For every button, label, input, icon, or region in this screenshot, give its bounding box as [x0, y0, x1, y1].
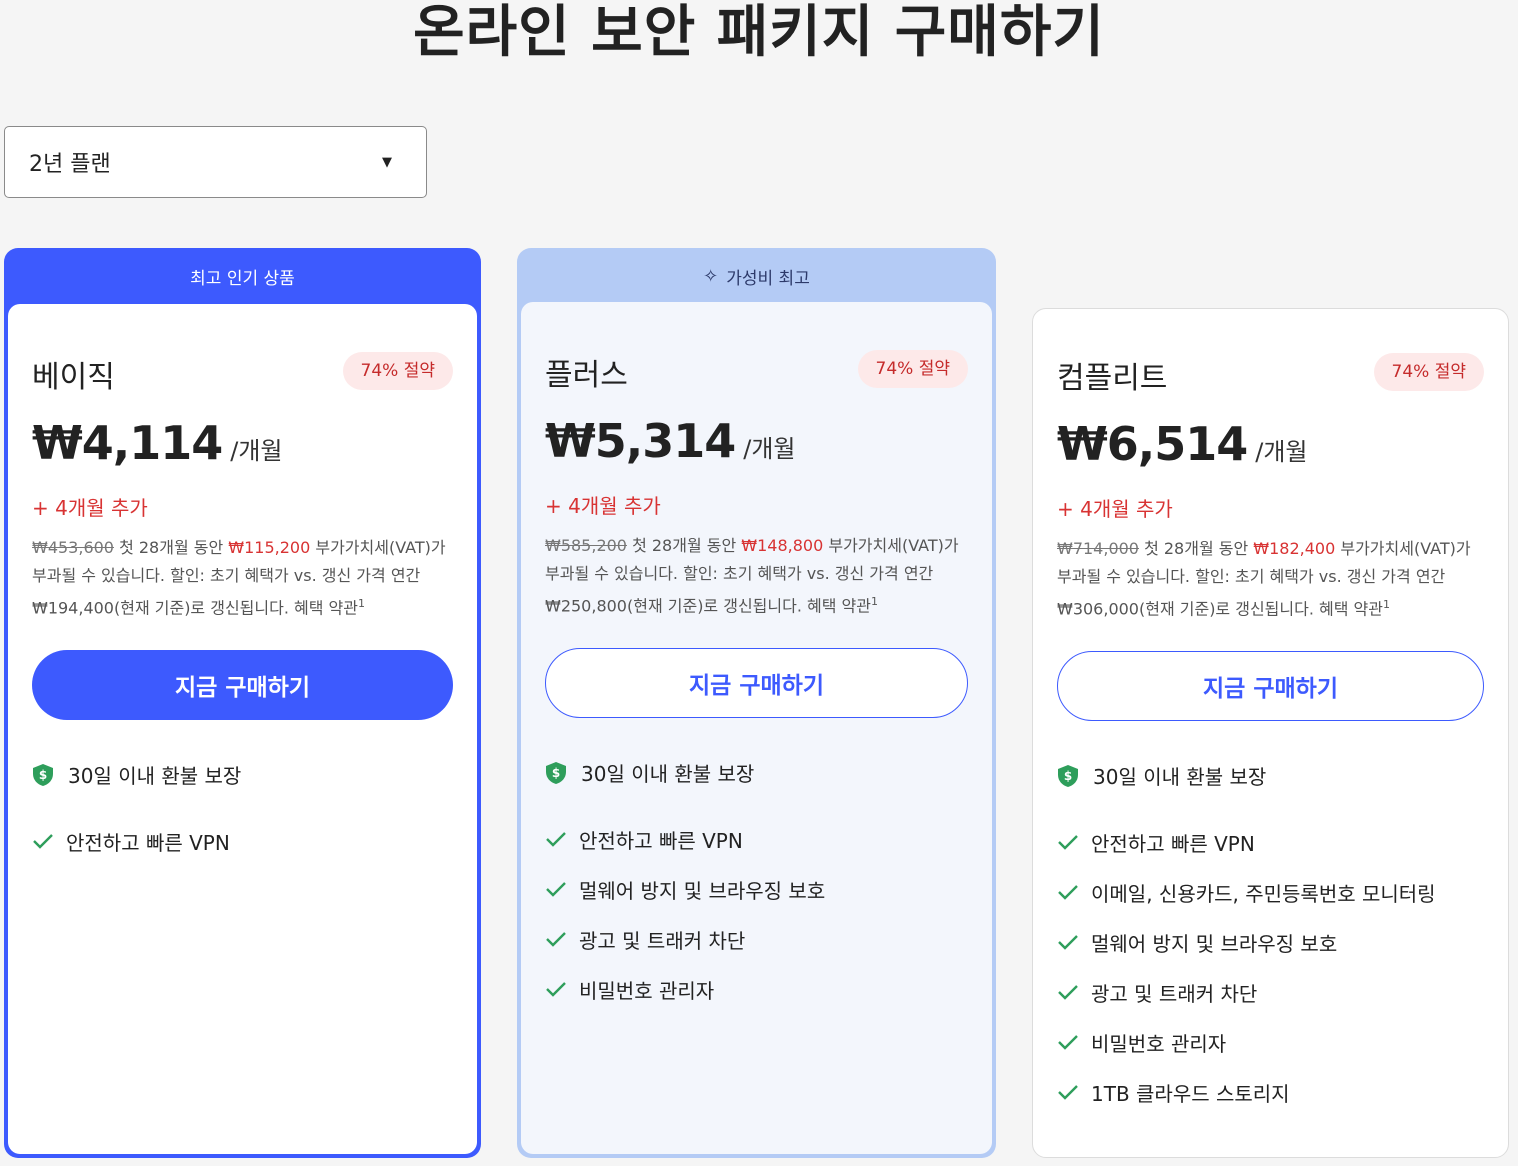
per-month-label: /개월	[743, 435, 796, 463]
check-icon	[1058, 935, 1078, 950]
feature-item: 1TB 클라우드 스토리지	[1057, 1067, 1436, 1117]
popular-ribbon: 최고 인기 상품	[4, 248, 481, 304]
feature-label: 안전하고 빠른 VPN	[579, 828, 743, 853]
fine-print: ₩714,000 첫 28개월 동안 ₩182,400 부가가치세(VAT)가 …	[1057, 535, 1487, 623]
svg-text:$: $	[1064, 769, 1072, 783]
buy-now-button[interactable]: 지금 구매하기	[32, 650, 453, 720]
check-icon	[1058, 985, 1078, 1000]
feature-item: 비밀번호 관리자	[545, 964, 825, 1014]
per-month-label: /개월	[1255, 438, 1308, 466]
check-icon	[1058, 885, 1078, 900]
value-ribbon: ✧ 가성비 최고	[517, 248, 996, 304]
plan-name: 플러스	[545, 358, 628, 393]
bonus-months: + 4개월 추가	[545, 494, 661, 518]
check-icon	[546, 982, 566, 997]
page-title: 온라인 보안 패키지 구매하기	[413, 0, 1105, 65]
original-price: ₩585,200	[545, 536, 627, 555]
plan-select-value: 2년 플랜	[29, 152, 111, 177]
price-row: ₩4,114 /개월	[32, 416, 283, 470]
feature-item: 이메일, 신용카드, 주민등록번호 모니터링	[1057, 867, 1436, 917]
feature-item: 멀웨어 방지 및 브라우징 보호	[545, 864, 825, 914]
fine-print: ₩585,200 첫 28개월 동안 ₩148,800 부가가치세(VAT)가 …	[545, 532, 975, 620]
feature-label: 1TB 클라우드 스토리지	[1091, 1081, 1290, 1106]
save-badge: 74% 절약	[1373, 353, 1484, 391]
feature-item: 안전하고 빠른 VPN	[545, 814, 825, 864]
buy-now-button[interactable]: 지금 구매하기	[1057, 651, 1484, 721]
feature-label: 비밀번호 관리자	[1091, 1031, 1227, 1056]
promo-price: ₩182,400	[1253, 539, 1336, 558]
price-row: ₩6,514 /개월	[1057, 417, 1308, 471]
feature-item: 멀웨어 방지 및 브라우징 보호	[1057, 917, 1436, 967]
money-back-guarantee: $ 30일 이내 환불 보장	[545, 758, 754, 787]
svg-text:$: $	[39, 768, 47, 782]
feature-item: 안전하고 빠른 VPN	[32, 816, 230, 866]
check-icon	[1058, 1085, 1078, 1100]
sparkle-icon: ✧	[703, 265, 719, 287]
guarantee-label: 30일 이내 환불 보장	[1093, 765, 1267, 789]
plan-name: 베이직	[32, 360, 115, 395]
plan-card-complete: 컴플리트 74% 절약 ₩6,514 /개월 + 4개월 추가 ₩714,000…	[1032, 308, 1509, 1158]
plan-card-body: 베이직 74% 절약 ₩4,114 /개월 + 4개월 추가 ₩453,600 …	[8, 304, 477, 1154]
promo-price: ₩115,200	[228, 538, 311, 557]
feature-label: 멀웨어 방지 및 브라우징 보호	[579, 878, 826, 903]
shield-dollar-icon: $	[1058, 764, 1078, 787]
feature-label: 비밀번호 관리자	[579, 978, 715, 1003]
svg-text:$: $	[552, 766, 560, 780]
footnote-link[interactable]: 1	[871, 595, 878, 608]
feature-list: 안전하고 빠른 VPN 멀웨어 방지 및 브라우징 보호 광고 및 트래커 차단…	[545, 814, 825, 1014]
ribbon-label: 가성비 최고	[726, 268, 810, 289]
fine-print-text: 첫 28개월 동안	[113, 538, 229, 557]
plan-card-plus: ✧ 가성비 최고 플러스 74% 절약 ₩5,314 /개월 + 4개월 추가 …	[517, 248, 996, 1158]
bonus-months: + 4개월 추가	[1057, 497, 1173, 521]
price-row: ₩5,314 /개월	[545, 414, 796, 468]
save-badge: 74% 절약	[857, 350, 968, 388]
feature-label: 광고 및 트래커 차단	[1091, 981, 1258, 1006]
fine-print: ₩453,600 첫 28개월 동안 ₩115,200 부가가치세(VAT)가 …	[32, 534, 462, 622]
feature-item: 안전하고 빠른 VPN	[1057, 817, 1436, 867]
fine-print-text: 첫 28개월 동안	[626, 536, 742, 555]
promo-price: ₩148,800	[741, 536, 824, 555]
shield-dollar-icon: $	[33, 763, 53, 786]
per-month-label: /개월	[230, 437, 283, 465]
feature-item: 광고 및 트래커 차단	[545, 914, 825, 964]
original-price: ₩453,600	[32, 538, 114, 557]
buy-now-button[interactable]: 지금 구매하기	[545, 648, 968, 718]
feature-list: 안전하고 빠른 VPN	[32, 816, 230, 866]
money-back-guarantee: $ 30일 이내 환불 보장	[1057, 761, 1266, 790]
fine-print-text: 첫 28개월 동안	[1138, 539, 1254, 558]
plan-duration-select[interactable]: 2년 플랜 ▼	[4, 126, 427, 198]
feature-label: 안전하고 빠른 VPN	[66, 830, 230, 855]
plan-name: 컴플리트	[1057, 361, 1168, 396]
monthly-price: ₩5,314	[545, 414, 736, 468]
feature-label: 멀웨어 방지 및 브라우징 보호	[1091, 931, 1338, 956]
feature-item: 광고 및 트래커 차단	[1057, 967, 1436, 1017]
feature-item: 비밀번호 관리자	[1057, 1017, 1436, 1067]
caret-down-icon: ▼	[382, 154, 392, 170]
check-icon	[546, 832, 566, 847]
plan-card-body: 플러스 74% 절약 ₩5,314 /개월 + 4개월 추가 ₩585,200 …	[521, 302, 992, 1154]
ribbon-label: 최고 인기 상품	[190, 268, 295, 289]
feature-label: 광고 및 트래커 차단	[579, 928, 746, 953]
footnote-link[interactable]: 1	[1383, 598, 1390, 611]
monthly-price: ₩4,114	[32, 416, 223, 470]
plan-card-basic: 최고 인기 상품 베이직 74% 절약 ₩4,114 /개월 + 4개월 추가 …	[4, 248, 481, 1158]
check-icon	[546, 932, 566, 947]
feature-label: 이메일, 신용카드, 주민등록번호 모니터링	[1091, 881, 1436, 906]
shield-dollar-icon: $	[546, 761, 566, 784]
check-icon	[33, 834, 53, 849]
save-badge: 74% 절약	[342, 352, 453, 390]
money-back-guarantee: $ 30일 이내 환불 보장	[32, 760, 241, 789]
check-icon	[1058, 835, 1078, 850]
bonus-months: + 4개월 추가	[32, 496, 148, 520]
monthly-price: ₩6,514	[1057, 417, 1248, 471]
check-icon	[546, 882, 566, 897]
check-icon	[1058, 1035, 1078, 1050]
guarantee-label: 30일 이내 환불 보장	[581, 762, 755, 786]
feature-label: 안전하고 빠른 VPN	[1091, 831, 1255, 856]
feature-list: 안전하고 빠른 VPN 이메일, 신용카드, 주민등록번호 모니터링 멀웨어 방…	[1057, 817, 1436, 1117]
guarantee-label: 30일 이내 환불 보장	[68, 764, 242, 788]
footnote-link[interactable]: 1	[358, 597, 365, 610]
original-price: ₩714,000	[1057, 539, 1139, 558]
